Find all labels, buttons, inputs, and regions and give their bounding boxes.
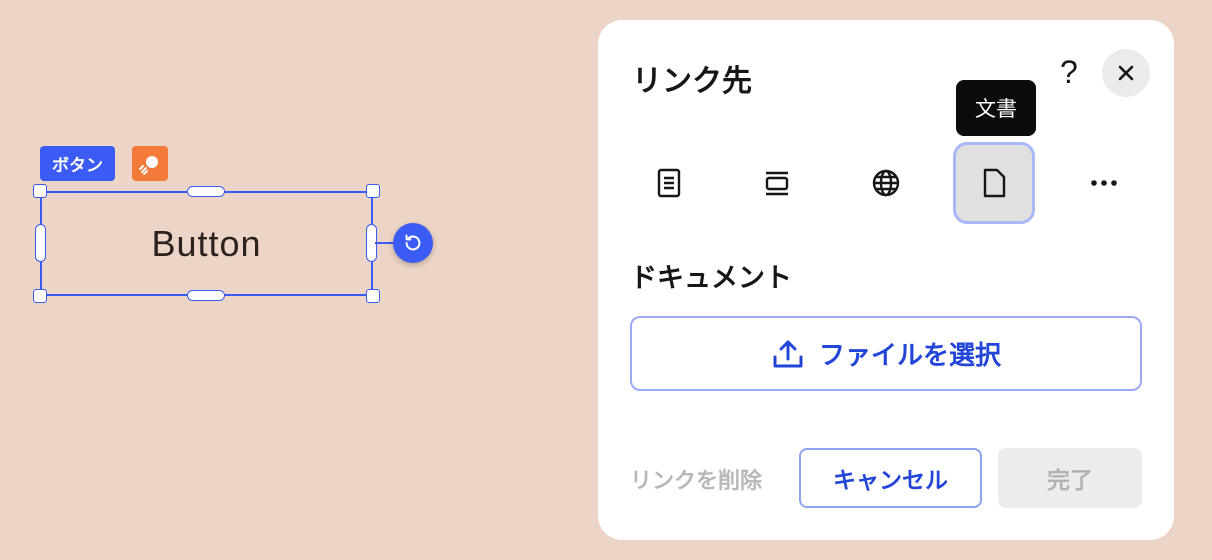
done-button[interactable]: 完了 — [998, 448, 1142, 508]
globe-icon — [872, 169, 900, 197]
close-icon — [1118, 65, 1134, 81]
tab-document[interactable] — [953, 142, 1035, 224]
resize-handle-bottom-right[interactable] — [366, 289, 380, 303]
resize-handle-bottom[interactable] — [187, 290, 225, 301]
tab-page[interactable] — [628, 142, 710, 224]
help-icon[interactable]: ? — [1060, 56, 1078, 88]
resize-handle-top[interactable] — [187, 186, 225, 197]
cancel-button[interactable]: キャンセル — [799, 448, 982, 508]
section-title: ドキュメント — [630, 263, 792, 294]
resize-handle-top-left[interactable] — [33, 184, 47, 198]
tab-section[interactable] — [736, 142, 818, 224]
rotate-button[interactable] — [393, 223, 433, 263]
tooltip-document: 文書 — [956, 80, 1036, 136]
page-icon — [657, 168, 681, 198]
resize-handle-left[interactable] — [35, 224, 46, 262]
tab-web-address[interactable] — [845, 142, 927, 224]
rotate-icon — [405, 234, 421, 251]
link-panel: リンク先 ? 文書 ドキュメント ファイルを選択 リンクを削除 キャンセル 完了 — [598, 20, 1174, 540]
button-element-label: Button — [151, 222, 262, 264]
resize-handle-top-right[interactable] — [366, 184, 380, 198]
upload-icon — [773, 340, 803, 367]
resize-handle-bottom-left[interactable] — [33, 289, 47, 303]
choose-file-label: ファイルを選択 — [818, 341, 1001, 371]
close-button[interactable] — [1102, 49, 1150, 97]
ai-sparkle-icon — [139, 155, 158, 175]
more-icon — [1091, 180, 1117, 186]
selected-button-element[interactable]: Button — [40, 191, 373, 296]
remove-link-button[interactable]: リンクを削除 — [630, 463, 762, 495]
tab-more[interactable] — [1063, 142, 1145, 224]
rotate-connector — [375, 242, 395, 244]
section-icon — [765, 171, 789, 196]
panel-title: リンク先 — [632, 64, 752, 99]
ai-assistant-badge[interactable] — [132, 146, 168, 181]
document-icon — [983, 168, 1006, 198]
element-type-tag[interactable]: ボタン — [40, 146, 115, 181]
choose-file-button[interactable]: ファイルを選択 — [630, 316, 1142, 391]
